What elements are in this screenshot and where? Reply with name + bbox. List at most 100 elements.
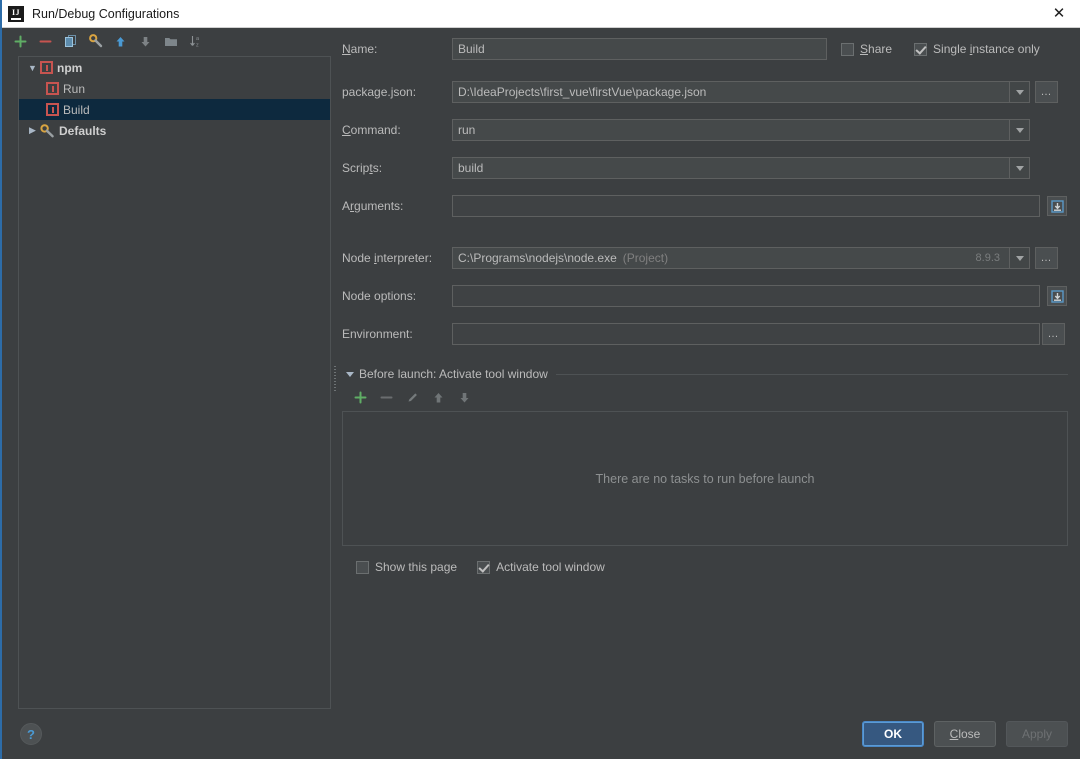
node-interpreter-value: C:\Programs\nodejs\node.exe (Project): [453, 248, 971, 268]
tree-node-label: Run: [63, 81, 86, 96]
share-checkbox[interactable]: Share: [841, 42, 892, 56]
chevron-down-icon[interactable]: [1009, 82, 1029, 102]
share-label: Share: [860, 42, 893, 56]
environment-input[interactable]: [452, 323, 1040, 345]
environment-label: Environment:: [342, 327, 413, 341]
add-task-icon[interactable]: [348, 387, 372, 408]
ok-button[interactable]: OK: [862, 721, 924, 747]
node-interpreter-label: Node interpreter:: [342, 251, 433, 265]
single-instance-checkbox[interactable]: Single instance only: [914, 42, 1040, 56]
close-button-label-rest: lose: [958, 727, 981, 741]
scripts-combo[interactable]: build: [452, 157, 1030, 179]
show-this-page-label: Show this page: [375, 560, 458, 574]
empty-tasks-message: There are no tasks to run before launch: [595, 471, 815, 486]
package-json-combo[interactable]: D:\IdeaProjects\first_vue\firstVue\packa…: [452, 81, 1030, 103]
dialog-buttons: OK Close Apply: [862, 721, 1068, 747]
show-this-page-checkbox[interactable]: Show this page: [356, 560, 457, 574]
name-row: Name: Build Share Single instance only: [342, 38, 1068, 60]
launch-options: Show this page Activate tool window: [356, 560, 1068, 574]
chevron-down-icon[interactable]: [1009, 120, 1029, 140]
node-options-expand-button[interactable]: [1047, 286, 1067, 306]
checkbox-box: [356, 560, 369, 574]
close-button[interactable]: Close: [934, 721, 996, 747]
scripts-row: Scripts: build: [342, 157, 1068, 179]
checkbox-box: [841, 42, 854, 56]
sort-alphabetically-icon[interactable]: a z: [183, 29, 208, 53]
node-interpreter-scope: (Project): [622, 251, 669, 265]
copy-configuration-icon[interactable]: [58, 29, 83, 53]
remove-task-icon: [374, 387, 398, 408]
header-divider: [555, 373, 1068, 375]
tree-node-build[interactable]: Build: [19, 99, 330, 120]
before-launch-tasks-list[interactable]: There are no tasks to run before launch: [342, 411, 1068, 546]
package-json-label: package.json:: [342, 85, 417, 99]
name-label: Name:: [342, 42, 378, 56]
configurations-tree[interactable]: ▼ npm Run Build ▶ Defaults: [18, 56, 331, 709]
environment-row: Environment: …: [342, 323, 1068, 345]
before-launch-title: Before launch: Activate tool window: [359, 367, 548, 381]
node-options-label: Node options:: [342, 289, 417, 303]
tree-node-npm[interactable]: ▼ npm: [19, 57, 330, 78]
dialog-body: a z ▼ npm Run Build ▶ Defaults Name: Bui…: [2, 28, 1080, 709]
command-combo[interactable]: run: [452, 119, 1030, 141]
edit-defaults-wrench-icon[interactable]: [83, 29, 108, 53]
arguments-expand-button[interactable]: [1047, 196, 1067, 216]
checkbox-box: [914, 42, 928, 56]
checkbox-box: [477, 560, 491, 574]
name-input[interactable]: Build: [452, 38, 827, 60]
arguments-label: Arguments:: [342, 199, 404, 213]
chevron-down-icon[interactable]: [1009, 158, 1029, 178]
node-interpreter-browse-button[interactable]: …: [1035, 247, 1058, 269]
arguments-input[interactable]: [452, 195, 1040, 217]
move-up-icon[interactable]: [108, 29, 133, 53]
npm-icon: [40, 61, 53, 74]
name-options: Share Single instance only: [841, 42, 1040, 56]
add-configuration-icon[interactable]: [8, 29, 33, 53]
close-window-button[interactable]: ✕: [1038, 0, 1080, 26]
environment-browse-button[interactable]: …: [1042, 323, 1065, 345]
folder-icon[interactable]: [158, 29, 183, 53]
title-bar: IJ Run/Debug Configurations ✕: [2, 0, 1080, 28]
tree-node-label: npm: [57, 60, 83, 75]
tree-node-run[interactable]: Run: [19, 78, 330, 99]
collapse-arrow-icon[interactable]: [346, 371, 354, 377]
npm-icon: [46, 103, 59, 116]
configurations-panel: a z ▼ npm Run Build ▶ Defaults: [2, 28, 332, 709]
window-title: Run/Debug Configurations: [32, 6, 180, 21]
package-json-value: D:\IdeaProjects\first_vue\firstVue\packa…: [458, 85, 707, 99]
run-debug-configurations-dialog: IJ Run/Debug Configurations ✕ a z ▼ npm …: [0, 0, 1080, 759]
expand-arrow-right-icon[interactable]: ▶: [25, 125, 40, 136]
tree-node-label: Defaults: [59, 123, 107, 138]
node-interpreter-combo[interactable]: C:\Programs\nodejs\node.exe (Project) 8.…: [452, 247, 1030, 269]
configuration-editor-panel: Name: Build Share Single instance only p…: [338, 28, 1080, 709]
edit-task-pencil-icon: [400, 387, 424, 408]
node-options-row: Node options:: [342, 285, 1068, 307]
move-task-down-icon: [452, 387, 476, 408]
help-button[interactable]: ?: [20, 723, 42, 745]
activate-tool-window-label: Activate tool window: [496, 560, 605, 574]
remove-configuration-icon[interactable]: [33, 29, 58, 53]
single-instance-label: Single instance only: [933, 42, 1040, 56]
apply-button: Apply: [1006, 721, 1068, 747]
before-launch-toolbar: [348, 386, 1068, 408]
wrench-icon: [40, 123, 55, 138]
activate-tool-window-checkbox[interactable]: Activate tool window: [477, 560, 605, 574]
move-task-up-icon: [426, 387, 450, 408]
svg-text:z: z: [196, 42, 199, 48]
node-interpreter-version-wrap: 8.9.3: [971, 248, 1009, 268]
npm-icon: [46, 82, 59, 95]
node-options-input[interactable]: [452, 285, 1040, 307]
dialog-footer: ? OK Close Apply: [2, 709, 1080, 759]
node-interpreter-row: Node interpreter: C:\Programs\nodejs\nod…: [342, 247, 1068, 269]
tree-node-defaults[interactable]: ▶ Defaults: [19, 120, 330, 141]
command-value: run: [458, 123, 476, 137]
expand-arrow-down-icon[interactable]: ▼: [25, 63, 40, 73]
scripts-label: Scripts:: [342, 161, 383, 175]
svg-text:a: a: [196, 36, 200, 42]
package-json-browse-button[interactable]: …: [1035, 81, 1058, 103]
package-json-row: package.json: D:\IdeaProjects\first_vue\…: [342, 81, 1068, 103]
move-down-icon[interactable]: [133, 29, 158, 53]
node-interpreter-version: 8.9.3: [975, 252, 1000, 264]
chevron-down-icon[interactable]: [1009, 248, 1029, 268]
node-interpreter-path: C:\Programs\nodejs\node.exe: [458, 251, 617, 265]
